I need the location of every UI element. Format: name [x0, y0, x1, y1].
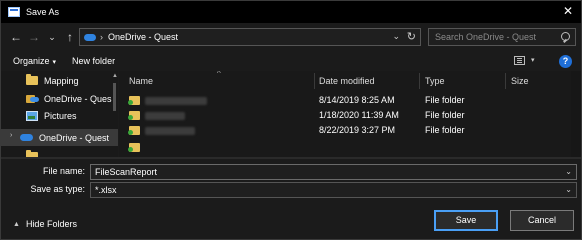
organize-label: Organize: [13, 56, 50, 66]
save-as-type-row: Save as type: *.xlsx ⌄: [1, 182, 581, 198]
navigation-bar: ← → ⌄ ↑ › OneDrive - Quest ⌄ ↻ Search On…: [1, 25, 581, 49]
file-name-field[interactable]: FileScanReport ⌄: [90, 164, 577, 180]
pane-divider: [1, 157, 581, 159]
onedrive-cloud-icon: [84, 33, 96, 41]
file-name-value: FileScanReport: [95, 167, 158, 177]
view-options-icon[interactable]: [514, 56, 525, 65]
address-path[interactable]: OneDrive - Quest: [108, 32, 178, 42]
onedrive-folder-icon: [128, 111, 140, 120]
refresh-icon[interactable]: ↻: [407, 30, 416, 43]
onedrive-folder-icon: [26, 94, 39, 104]
save-as-type-value: *.xlsx: [95, 185, 117, 195]
save-as-dialog: Save As ✕ ← → ⌄ ↑ › OneDrive - Quest ⌄ ↻…: [0, 0, 582, 240]
file-list-scrollbar[interactable]: [571, 71, 581, 157]
close-icon[interactable]: ✕: [563, 4, 573, 18]
save-as-type-select[interactable]: *.xlsx ⌄: [90, 182, 577, 198]
column-divider[interactable]: [505, 73, 506, 89]
column-divider[interactable]: [419, 73, 420, 89]
sidebar-item-mapping[interactable]: Mapping: [1, 72, 118, 89]
expand-chevron-icon[interactable]: ›: [10, 132, 12, 139]
table-row[interactable]: 1/18/2020 11:39 AM File folder: [119, 109, 569, 123]
sidebar-item-onedrive-folder[interactable]: OneDrive - Ques: [1, 90, 118, 107]
view-dropdown-icon[interactable]: ▾: [531, 56, 535, 64]
up-arrow-icon[interactable]: ↑: [61, 30, 79, 44]
navigation-pane[interactable]: ▲ Mapping OneDrive - Ques Pictures › One…: [1, 71, 118, 157]
row-date-modified: 8/14/2019 8:25 AM: [319, 95, 395, 105]
help-icon[interactable]: ?: [559, 55, 572, 68]
organize-dropdown-icon: ▾: [52, 59, 57, 66]
row-type: File folder: [425, 110, 465, 120]
column-divider[interactable]: [314, 73, 315, 89]
dialog-window-icon: [8, 7, 20, 17]
hide-folders-label: Hide Folders: [25, 219, 77, 229]
redacted-folder-name: [145, 112, 185, 120]
forward-arrow-icon[interactable]: →: [25, 30, 43, 44]
onedrive-folder-icon: [128, 126, 140, 135]
sidebar-item-label: OneDrive - Quest: [39, 132, 110, 143]
sort-caret-icon: ^: [217, 71, 221, 78]
column-header-type[interactable]: Type: [425, 71, 445, 91]
sidebar-item-pictures[interactable]: Pictures: [1, 107, 118, 124]
row-date-modified: 1/18/2020 11:39 AM: [319, 110, 399, 120]
sidebar-item-onedrive-quest[interactable]: › OneDrive - Quest: [1, 129, 118, 146]
search-icon: [561, 32, 570, 41]
sidebar-item-label: OneDrive - Ques: [44, 93, 112, 104]
redacted-folder-name: [145, 127, 195, 135]
folder-icon: [26, 74, 38, 85]
organize-button[interactable]: Organize ▾: [13, 56, 56, 66]
sidebar-item-partial[interactable]: [1, 148, 118, 157]
onedrive-folder-icon: [128, 143, 140, 152]
chevron-down-icon[interactable]: ⌄: [565, 165, 572, 179]
cancel-button[interactable]: Cancel: [510, 210, 574, 231]
save-as-type-label: Save as type:: [30, 184, 85, 194]
column-header-date[interactable]: Date modified: [319, 71, 375, 91]
search-placeholder: Search OneDrive - Quest: [435, 32, 537, 42]
command-toolbar: Organize ▾ New folder ▾ ?: [1, 52, 581, 70]
row-type: File folder: [425, 95, 465, 105]
chevron-down-icon[interactable]: ⌄: [565, 183, 572, 197]
title-bar: Save As ✕: [1, 1, 581, 23]
address-chevron-icon[interactable]: ›: [100, 32, 103, 42]
row-type: File folder: [425, 125, 465, 135]
row-date-modified: 8/22/2019 3:27 PM: [319, 125, 396, 135]
sidebar-item-label: Pictures: [44, 110, 77, 121]
back-arrow-icon[interactable]: ←: [7, 30, 25, 44]
onedrive-cloud-icon: [20, 134, 33, 141]
redacted-folder-name: [145, 97, 207, 105]
file-list[interactable]: ^ Name Date modified Type Size 8/14/2019…: [119, 71, 581, 157]
recent-locations-chevron-icon[interactable]: ⌄: [43, 32, 61, 43]
save-button[interactable]: Save: [434, 210, 498, 231]
search-input[interactable]: Search OneDrive - Quest: [428, 28, 576, 46]
dialog-title: Save As: [26, 7, 60, 17]
hide-folders-toggle[interactable]: ▲ Hide Folders: [13, 219, 77, 229]
table-row[interactable]: 8/22/2019 3:27 PM File folder: [119, 124, 569, 138]
onedrive-folder-icon: [128, 96, 140, 105]
sidebar-item-label: Mapping: [44, 75, 79, 86]
column-header-name[interactable]: Name: [129, 71, 153, 91]
address-bar[interactable]: › OneDrive - Quest ⌄ ↻: [79, 28, 421, 46]
pictures-icon: [26, 110, 38, 121]
table-row[interactable]: [119, 141, 569, 155]
column-header-size[interactable]: Size: [511, 71, 529, 91]
address-dropdown-icon[interactable]: ⌄: [392, 31, 400, 42]
table-row[interactable]: 8/14/2019 8:25 AM File folder: [119, 94, 569, 108]
collapse-caret-icon: ▲: [13, 220, 20, 228]
file-name-row: File name: FileScanReport ⌄: [1, 164, 581, 180]
new-folder-button[interactable]: New folder: [72, 56, 115, 66]
file-name-label: File name:: [42, 166, 85, 176]
